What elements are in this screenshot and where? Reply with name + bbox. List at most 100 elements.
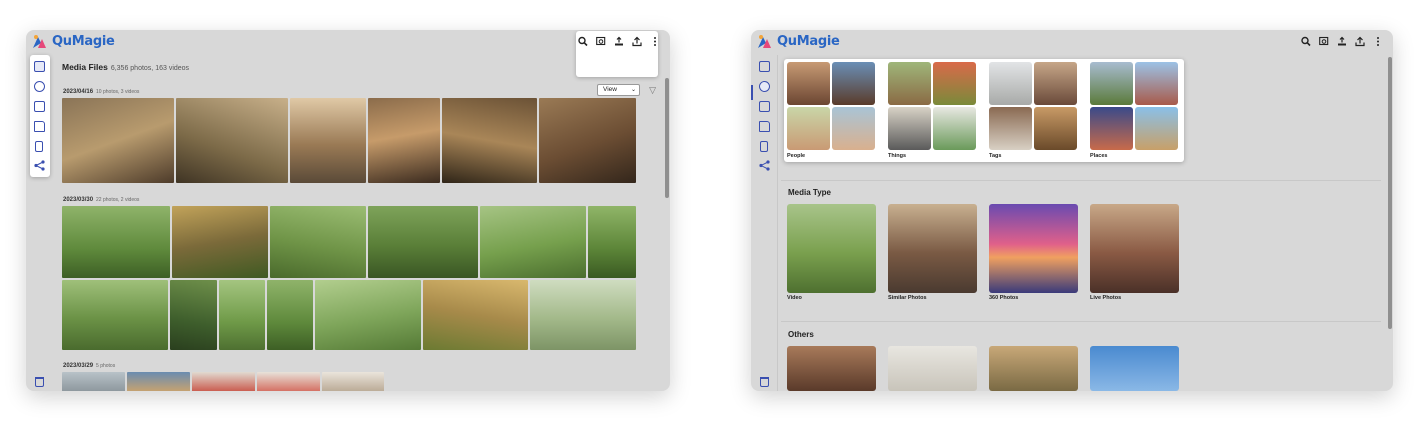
media-files-window: QuMagie Media Files 6,356 photos, 163 vid… (26, 30, 670, 391)
photo-thumbnail[interactable] (530, 280, 636, 350)
date-group-header: 2023/04/16 10 photos, 3 videos (63, 89, 139, 95)
group-count: 5 photos (96, 363, 116, 369)
photo-thumbnail[interactable] (170, 280, 217, 350)
image-search-icon[interactable] (1319, 36, 1329, 47)
upload-icon[interactable] (1355, 36, 1365, 47)
album-icon[interactable] (759, 101, 770, 112)
photo-thumbnail[interactable] (62, 372, 125, 391)
places-thumbnail[interactable] (1090, 62, 1133, 105)
things-thumbnail[interactable] (933, 62, 976, 105)
photo-thumbnail[interactable] (315, 280, 421, 350)
photo-thumbnail[interactable] (192, 372, 255, 391)
category-label: People (787, 153, 806, 159)
search-icon[interactable] (759, 81, 770, 92)
toolbar (578, 36, 660, 47)
others-thumbnail[interactable] (787, 346, 876, 391)
page-title-text: Media Files (62, 62, 108, 72)
album-icon[interactable] (34, 101, 45, 112)
share-icon[interactable] (34, 160, 45, 171)
phone-icon[interactable] (35, 141, 43, 152)
photo-thumbnail[interactable] (176, 98, 288, 183)
photo-thumbnail[interactable] (172, 206, 268, 278)
filter-icon[interactable]: ▽ (649, 85, 656, 95)
things-thumbnail[interactable] (933, 107, 976, 150)
people-thumbnail[interactable] (787, 107, 830, 150)
folder-icon[interactable] (759, 121, 770, 132)
people-thumbnail[interactable] (832, 62, 875, 105)
tags-thumbnail[interactable] (1034, 107, 1077, 150)
search-icon[interactable] (578, 36, 588, 47)
scrollbar[interactable] (665, 78, 669, 198)
photo-thumbnail[interactable] (62, 280, 168, 350)
photo-thumbnail[interactable] (423, 280, 528, 350)
toolbar (1301, 36, 1383, 47)
upload-icon[interactable] (632, 36, 642, 47)
more-vertical-icon[interactable] (650, 36, 660, 47)
trash-icon[interactable] (35, 377, 44, 387)
people-thumbnail[interactable] (832, 107, 875, 150)
things-thumbnail[interactable] (888, 107, 931, 150)
group-count: 22 photos, 2 videos (96, 197, 140, 203)
date-group-header: 2023/03/29 5 photos (63, 363, 115, 369)
media-type-thumbnail[interactable] (989, 204, 1078, 293)
places-thumbnail[interactable] (1135, 107, 1178, 150)
media-type-thumbnail[interactable] (787, 204, 876, 293)
people-thumbnail[interactable] (787, 62, 830, 105)
upload-stack-icon[interactable] (614, 36, 624, 47)
photo-thumbnail[interactable] (62, 206, 170, 278)
others-heading: Others (788, 330, 814, 339)
media-type-thumbnail[interactable] (1090, 204, 1179, 293)
tags-thumbnail[interactable] (989, 62, 1032, 105)
media-type-label: Video (787, 295, 802, 301)
photo-thumbnail[interactable] (267, 280, 313, 350)
media-type-thumbnail[interactable] (888, 204, 977, 293)
photo-thumbnail[interactable] (322, 372, 384, 391)
photo-thumbnail[interactable] (127, 372, 190, 391)
folder-icon[interactable] (34, 121, 45, 132)
others-thumbnail[interactable] (1090, 346, 1179, 391)
others-thumbnail[interactable] (989, 346, 1078, 391)
photo-thumbnail[interactable] (442, 98, 537, 183)
scrollbar[interactable] (1388, 57, 1392, 329)
photo-thumbnail[interactable] (588, 206, 636, 278)
sidebar (26, 55, 50, 391)
photo-thumbnail[interactable] (257, 372, 320, 391)
category-label: Tags (989, 153, 1002, 159)
media-content: Media Files 6,356 photos, 163 videos View… (62, 55, 670, 391)
photo-thumbnail[interactable] (539, 98, 636, 183)
view-select[interactable]: View ⌄ (597, 84, 640, 96)
things-thumbnail[interactable] (888, 62, 931, 105)
media-icon[interactable] (34, 61, 45, 72)
more-vertical-icon[interactable] (1373, 36, 1383, 47)
places-thumbnail[interactable] (1090, 107, 1133, 150)
app-logo: QuMagie (756, 34, 840, 49)
media-icon[interactable] (759, 61, 770, 72)
photo-thumbnail[interactable] (270, 206, 366, 278)
photo-thumbnail[interactable] (480, 206, 586, 278)
media-type-label: 360 Photos (989, 295, 1019, 301)
share-icon[interactable] (759, 160, 770, 171)
photo-thumbnail[interactable] (219, 280, 265, 350)
upload-stack-icon[interactable] (1337, 36, 1347, 47)
group-date: 2023/03/30 (63, 197, 94, 203)
photo-thumbnail[interactable] (290, 98, 366, 183)
places-thumbnail[interactable] (1135, 62, 1178, 105)
media-type-label: Similar Photos (888, 295, 927, 301)
photo-thumbnail[interactable] (368, 206, 478, 278)
photo-thumbnail[interactable] (368, 98, 440, 183)
search-icon[interactable] (34, 81, 45, 92)
image-search-icon[interactable] (596, 36, 606, 47)
qumagie-logo-icon (33, 35, 46, 48)
tags-thumbnail[interactable] (989, 107, 1032, 150)
phone-icon[interactable] (760, 141, 768, 152)
trash-icon[interactable] (760, 377, 769, 387)
media-type-heading: Media Type (788, 188, 831, 197)
chevron-down-icon: ⌄ (630, 87, 636, 93)
group-date: 2023/04/16 (63, 89, 94, 95)
top-bar: QuMagie (751, 30, 1393, 55)
others-thumbnail[interactable] (888, 346, 977, 391)
section-divider (781, 180, 1381, 181)
tags-thumbnail[interactable] (1034, 62, 1077, 105)
search-icon[interactable] (1301, 36, 1311, 47)
photo-thumbnail[interactable] (62, 98, 174, 183)
